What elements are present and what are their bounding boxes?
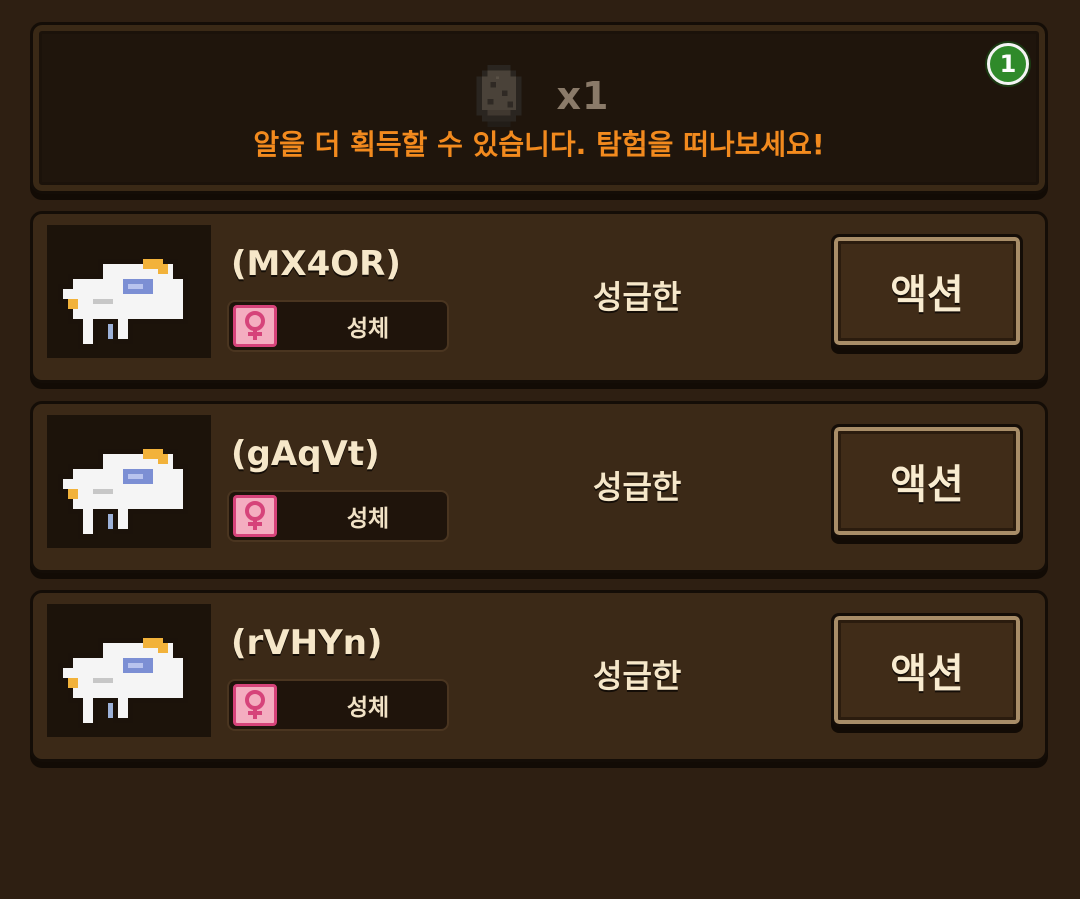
creature-type: 성체 bbox=[346, 316, 390, 342]
dragon-sprite-icon bbox=[58, 259, 188, 349]
creature-portrait bbox=[47, 604, 211, 737]
creature-name: (rVHYn) bbox=[231, 623, 383, 663]
female-icon bbox=[233, 684, 277, 726]
creature-type-pill: 성체 bbox=[227, 490, 449, 542]
creature-row[interactable]: (gAqVt) 성체 성급한 액션 bbox=[30, 401, 1048, 573]
female-icon bbox=[233, 495, 277, 537]
creature-type-pill: 성체 bbox=[227, 300, 449, 352]
creature-type: 성체 bbox=[346, 695, 390, 721]
creature-name: (gAqVt) bbox=[231, 434, 380, 474]
egg-count: x1 bbox=[556, 74, 610, 118]
creature-temperament: 성급한 bbox=[593, 657, 682, 695]
female-icon bbox=[233, 305, 277, 347]
dragon-sprite-icon bbox=[58, 638, 188, 728]
creature-temperament: 성급한 bbox=[593, 278, 682, 316]
egg-panel: x1 알을 더 획득할 수 있습니다. 탐험을 떠나보세요! 1 bbox=[30, 22, 1048, 194]
notification-badge[interactable]: 1 bbox=[987, 43, 1029, 85]
action-button[interactable]: 액션 bbox=[831, 424, 1023, 538]
creature-temperament: 성급한 bbox=[593, 468, 682, 506]
female-symbol bbox=[245, 690, 265, 719]
creature-type: 성체 bbox=[346, 506, 390, 532]
egg-row: x1 bbox=[33, 65, 1045, 127]
action-button[interactable]: 액션 bbox=[831, 234, 1023, 348]
creature-row[interactable]: (MX4OR) 성체 성급한 액션 bbox=[30, 211, 1048, 383]
action-button[interactable]: 액션 bbox=[831, 613, 1023, 727]
creature-row[interactable]: (rVHYn) 성체 성급한 액션 bbox=[30, 590, 1048, 762]
action-button-label: 액션 bbox=[890, 272, 964, 318]
female-symbol bbox=[245, 501, 265, 530]
dragon-sprite-icon bbox=[58, 449, 188, 539]
egg-message: 알을 더 획득할 수 있습니다. 탐험을 떠나보세요! bbox=[253, 128, 825, 161]
action-button-label: 액션 bbox=[890, 651, 964, 697]
creature-portrait bbox=[47, 415, 211, 548]
egg-icon bbox=[475, 65, 522, 127]
egg-screen: x1 알을 더 획득할 수 있습니다. 탐험을 떠나보세요! 1 (MX4OR)… bbox=[0, 0, 1080, 899]
creature-name: (MX4OR) bbox=[231, 244, 401, 284]
creature-portrait bbox=[47, 225, 211, 358]
action-button-label: 액션 bbox=[890, 462, 964, 508]
female-symbol bbox=[245, 311, 265, 340]
creature-type-pill: 성체 bbox=[227, 679, 449, 731]
